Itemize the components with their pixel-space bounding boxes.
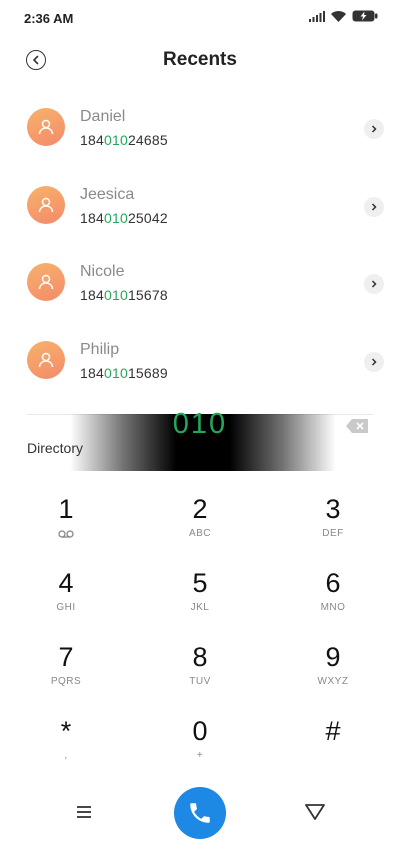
contact-name: Nicole <box>80 263 125 280</box>
recent-item[interactable]: Nicole 18401015678 <box>0 245 400 315</box>
contact-detail-button[interactable] <box>364 119 384 139</box>
page-title: Recents <box>163 49 237 70</box>
key-letters: MNO <box>320 602 346 613</box>
chevron-right-icon <box>371 125 377 133</box>
dial-input[interactable]: 010 <box>0 408 400 441</box>
chevron-right-icon <box>371 358 377 366</box>
key-letters: + <box>196 750 204 761</box>
key-digit: 7 <box>58 642 74 672</box>
hide-keypad-icon <box>305 804 325 820</box>
recent-item[interactable]: Daniel 18401024685 <box>0 90 400 160</box>
contact-name: Daniel <box>80 108 126 125</box>
status-time: 2:36 AM <box>24 11 74 26</box>
key-digit: 8 <box>192 642 208 672</box>
backspace-button[interactable] <box>346 419 368 433</box>
call-button[interactable] <box>174 787 226 839</box>
avatar <box>27 108 65 146</box>
key-5[interactable]: 5 JKL <box>140 566 260 636</box>
contact-detail-button[interactable] <box>364 197 384 217</box>
signal-icon <box>309 10 325 22</box>
hide-keypad-button[interactable] <box>304 801 326 823</box>
key-letters: PQRS <box>50 676 82 687</box>
contact-name: Jeesica <box>80 186 135 203</box>
key-8[interactable]: 8 TUV <box>140 640 260 710</box>
key-letters: , <box>64 750 68 761</box>
key-letters: DEF <box>322 528 344 539</box>
key-digit: 2 <box>192 494 208 524</box>
contact-detail-button[interactable] <box>364 274 384 294</box>
menu-button[interactable] <box>73 801 95 823</box>
status-bar: 2:36 AM <box>0 0 400 36</box>
contact-number: 18401024685 <box>80 132 168 148</box>
contact-number: 18401015689 <box>80 365 168 381</box>
key-letters: ABC <box>188 528 212 539</box>
avatar <box>27 263 65 301</box>
key-hash[interactable]: # <box>273 714 393 784</box>
key-letters: WXYZ <box>317 676 349 687</box>
battery-charging-icon <box>352 10 378 22</box>
key-letters: JKL <box>190 602 210 613</box>
contact-name: Philip <box>80 341 120 358</box>
menu-icon <box>77 806 91 818</box>
person-icon <box>38 274 54 290</box>
phone-icon <box>190 803 210 823</box>
key-letters: TUV <box>189 676 211 687</box>
key-digit: 0 <box>192 716 208 746</box>
key-3[interactable]: 3 DEF <box>273 492 393 562</box>
key-digit: 1 <box>58 494 74 524</box>
key-digit: * <box>60 716 72 746</box>
person-icon <box>38 352 54 368</box>
contact-detail-button[interactable] <box>364 352 384 372</box>
key-digit: 6 <box>325 568 341 598</box>
contact-number: 18401025042 <box>80 210 168 226</box>
wifi-icon <box>331 10 346 22</box>
directory-label[interactable]: Directory <box>27 440 83 456</box>
key-icon-wrap <box>6 526 126 542</box>
chevron-right-icon <box>371 280 377 288</box>
key-letters: GHI <box>56 602 76 613</box>
key-digit: # <box>325 716 341 746</box>
status-icons <box>309 10 378 22</box>
recent-item[interactable]: Philip 18401015689 <box>0 323 400 393</box>
chevron-right-icon <box>371 203 377 211</box>
key-star[interactable]: * , <box>6 714 126 784</box>
person-icon <box>38 119 54 135</box>
key-digit: 3 <box>325 494 341 524</box>
key-1[interactable]: 1 <box>6 492 126 562</box>
key-2[interactable]: 2 ABC <box>140 492 260 562</box>
key-9[interactable]: 9 WXYZ <box>273 640 393 710</box>
key-7[interactable]: 7 PQRS <box>6 640 126 710</box>
person-icon <box>38 197 54 213</box>
key-6[interactable]: 6 MNO <box>273 566 393 636</box>
contact-number: 18401015678 <box>80 287 168 303</box>
key-4[interactable]: 4 GHI <box>6 566 126 636</box>
avatar <box>27 186 65 224</box>
bottom-bar <box>0 783 400 843</box>
key-digit: 5 <box>192 568 208 598</box>
avatar <box>27 341 65 379</box>
backspace-icon <box>346 419 368 433</box>
recent-item[interactable]: Jeesica 18401025042 <box>0 168 400 238</box>
header: Recents <box>0 40 400 80</box>
key-digit: 4 <box>58 568 74 598</box>
voicemail-icon <box>58 530 74 538</box>
key-0[interactable]: 0 + <box>140 714 260 784</box>
key-digit: 9 <box>325 642 341 672</box>
